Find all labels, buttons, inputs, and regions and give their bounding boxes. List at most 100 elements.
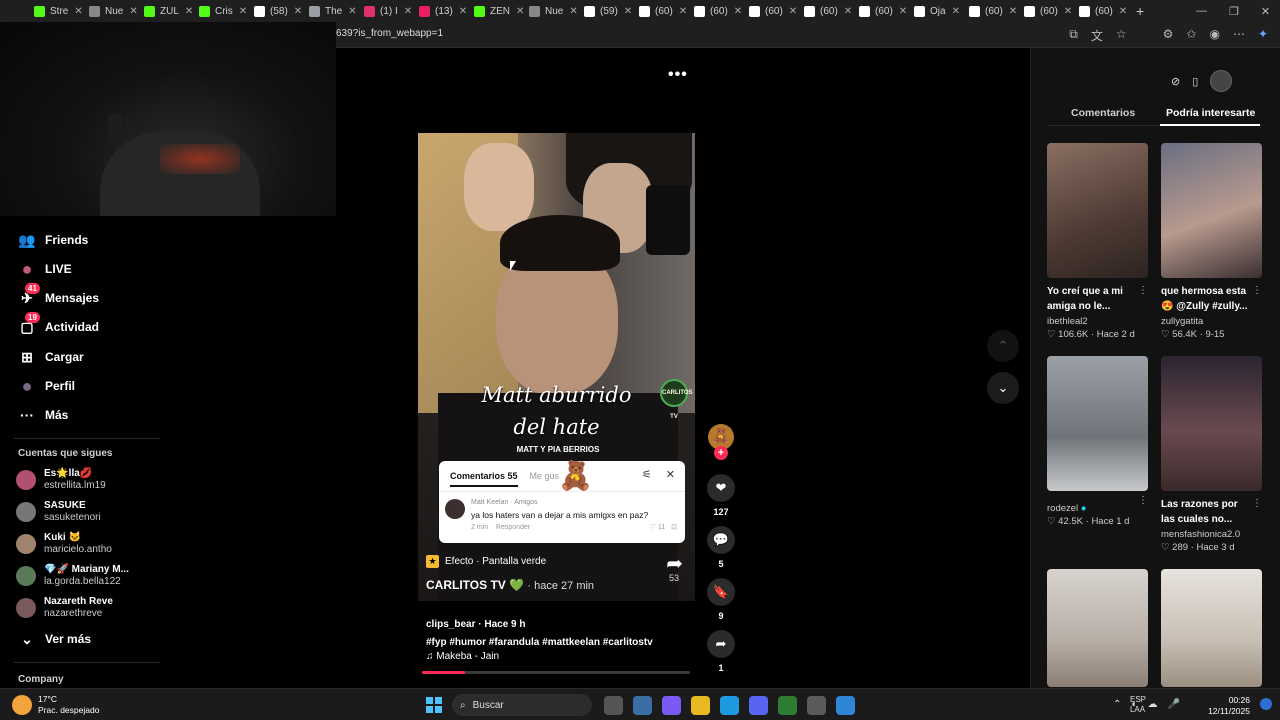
video-author[interactable]: zullygatita: [1161, 316, 1262, 327]
close-tab-icon[interactable]: ✕: [129, 6, 137, 17]
close-tab-icon[interactable]: ✕: [789, 6, 797, 17]
video-thumbnail[interactable]: [1047, 356, 1148, 491]
close-tab-icon[interactable]: ✕: [1064, 6, 1072, 17]
close-tab-icon[interactable]: ✕: [569, 6, 577, 17]
card-menu-icon[interactable]: ⋮: [1138, 285, 1148, 296]
browser-tab[interactable]: (60) ✕: [1075, 0, 1130, 22]
sidebar-item-actividad[interactable]: ▢ 19 Actividad: [18, 312, 99, 336]
video-thumbnail[interactable]: [1161, 569, 1262, 687]
extensions-icon[interactable]: ⚙: [1163, 27, 1174, 44]
card-menu-icon[interactable]: ⋮: [1252, 285, 1262, 296]
video-thumbnail[interactable]: [1161, 143, 1262, 278]
close-tab-icon[interactable]: ✕: [952, 6, 960, 17]
video-title[interactable]: Yo creí que a mi amiga no le...: [1047, 284, 1139, 314]
discord-icon[interactable]: [749, 696, 768, 715]
browser-tab[interactable]: (13) ✕: [415, 0, 470, 22]
like-action[interactable]: ❤ 127: [706, 474, 736, 517]
browser-tab[interactable]: (1) I ✕: [360, 0, 415, 22]
notifications-icon[interactable]: [1260, 698, 1272, 710]
post-music[interactable]: ♫ Makeba - Jain: [426, 651, 499, 662]
browser-tab[interactable]: (60) ✕: [1020, 0, 1075, 22]
new-tab-icon[interactable]: +: [1136, 3, 1144, 19]
suggested-video-card[interactable]: ⋮ Yo creí que a mi amiga no le... ibethlea…: [1047, 143, 1148, 340]
app-icon[interactable]: [778, 696, 797, 715]
minimize-icon[interactable]: —: [1196, 5, 1207, 17]
video-author[interactable]: rodezel ●: [1047, 503, 1148, 514]
copilot-app-icon[interactable]: [662, 696, 681, 715]
browser-tab[interactable]: ZEN ✕: [470, 0, 525, 22]
mic-icon[interactable]: 🎤: [1168, 699, 1180, 710]
close-tab-icon[interactable]: ✕: [404, 6, 412, 17]
store-icon[interactable]: [633, 696, 652, 715]
browser-tab[interactable]: (59) ✕: [580, 0, 635, 22]
video-player[interactable]: Matt aburrido del hate CARLITOS TV MATT …: [418, 133, 695, 601]
close-tab-icon[interactable]: ✕: [844, 6, 852, 17]
profile-avatar-icon[interactable]: ◉: [1209, 27, 1219, 44]
followed-account[interactable]: Nazareth Reve nazarethreve: [16, 596, 113, 620]
followed-account[interactable]: SASUKE sasuketenori: [16, 500, 101, 524]
see-more-button[interactable]: ⌄ Ver más: [18, 630, 91, 648]
browser-tab[interactable]: (60) ✕: [800, 0, 855, 22]
favorite-star-icon[interactable]: ☆: [1116, 27, 1127, 44]
file-explorer-icon[interactable]: [691, 696, 710, 715]
card-menu-icon[interactable]: ⋮: [1252, 498, 1262, 509]
browser-tab[interactable]: Cris ✕: [195, 0, 250, 22]
previous-video-button[interactable]: ⌃: [987, 330, 1019, 362]
browser-tab[interactable]: The ✕: [305, 0, 360, 22]
card-menu-icon[interactable]: ⋮: [1138, 495, 1148, 506]
comment-action[interactable]: 💬 5: [706, 526, 736, 569]
post-uploader[interactable]: clips_bear · Hace 9 h: [426, 619, 526, 630]
close-tab-icon[interactable]: ✕: [1009, 6, 1017, 17]
browser-tab[interactable]: (60) ✕: [855, 0, 910, 22]
restore-icon[interactable]: ❐: [1229, 5, 1239, 18]
close-tab-icon[interactable]: ✕: [624, 6, 632, 17]
browser-tab[interactable]: Stre ✕: [30, 0, 85, 22]
onedrive-icon[interactable]: ☁: [1148, 699, 1158, 710]
close-tab-icon[interactable]: ✕: [679, 6, 687, 17]
app-icon-3[interactable]: [836, 696, 855, 715]
language-indicator[interactable]: ESP LAA: [1130, 695, 1146, 715]
video-title[interactable]: Las razones por las cuales no...: [1161, 497, 1253, 527]
open-in-app-icon[interactable]: ⧉: [1069, 27, 1078, 44]
close-tab-icon[interactable]: ✕: [239, 6, 247, 17]
suggested-video-card[interactable]: [1161, 569, 1262, 687]
video-author[interactable]: ibethleal2: [1047, 316, 1148, 327]
followed-account[interactable]: 💎🚀 Mariany M... la.gorda.bella122: [16, 564, 129, 588]
close-tab-icon[interactable]: ✕: [348, 6, 356, 17]
close-tab-icon[interactable]: ✕: [899, 6, 907, 17]
close-tab-icon[interactable]: ✕: [516, 6, 524, 17]
url-field[interactable]: 639?is_from_webapp=1: [336, 28, 443, 39]
suggested-video-card[interactable]: ⋮ rodezel ● ♡ 42.5K · Hace 1 d: [1047, 356, 1148, 527]
task-view-icon[interactable]: [604, 696, 623, 715]
comment-icon[interactable]: 💬: [707, 526, 735, 554]
close-window-icon[interactable]: ✕: [1261, 5, 1270, 18]
windows-start-icon[interactable]: [426, 697, 442, 713]
video-thumbnail[interactable]: [1047, 143, 1148, 278]
translate-icon[interactable]: 文: [1091, 27, 1103, 44]
video-progress-bar[interactable]: [422, 671, 690, 674]
company-link[interactable]: Company: [18, 674, 64, 685]
share-action[interactable]: ➦ 1: [706, 630, 736, 673]
suggested-video-card[interactable]: ⋮ que hermosa esta 😍 @Zully #zully... zull…: [1161, 143, 1262, 340]
browser-tab[interactable]: (58) ✕: [250, 0, 305, 22]
sidebar-item-cargar[interactable]: ⊞ Cargar: [18, 348, 84, 366]
menu-icon[interactable]: ⋯: [1233, 27, 1245, 44]
browser-tab[interactable]: (60) ✕: [745, 0, 800, 22]
followed-account[interactable]: Kuki 🐱 maricielo.antho: [16, 532, 112, 556]
system-clock[interactable]: 00:26 12/11/2025: [1208, 695, 1250, 717]
bookmark-icon[interactable]: 🔖: [707, 578, 735, 606]
browser-tab[interactable]: (60) ✕: [965, 0, 1020, 22]
browser-tab[interactable]: (60) ✕: [635, 0, 690, 22]
next-video-button[interactable]: ⌄: [987, 372, 1019, 404]
sidebar-item-mensajes[interactable]: ✈ 41 Mensajes: [18, 283, 99, 307]
browser-tab[interactable]: ZUL ✕: [140, 0, 195, 22]
browser-tab[interactable]: Nue ✕: [85, 0, 140, 22]
tab-comments[interactable]: Comentarios: [1071, 107, 1135, 119]
tab-suggested[interactable]: Podría interesarte: [1166, 107, 1255, 119]
sidebar-item-live[interactable]: ● LIVE: [18, 259, 72, 279]
copilot-icon[interactable]: ✦: [1258, 27, 1268, 44]
close-tab-icon[interactable]: ✕: [294, 6, 302, 17]
browser-tab[interactable]: Oja ✕: [910, 0, 965, 22]
tray-chevron-icon[interactable]: ⌃: [1113, 699, 1121, 710]
close-tab-icon[interactable]: ✕: [1119, 6, 1127, 17]
